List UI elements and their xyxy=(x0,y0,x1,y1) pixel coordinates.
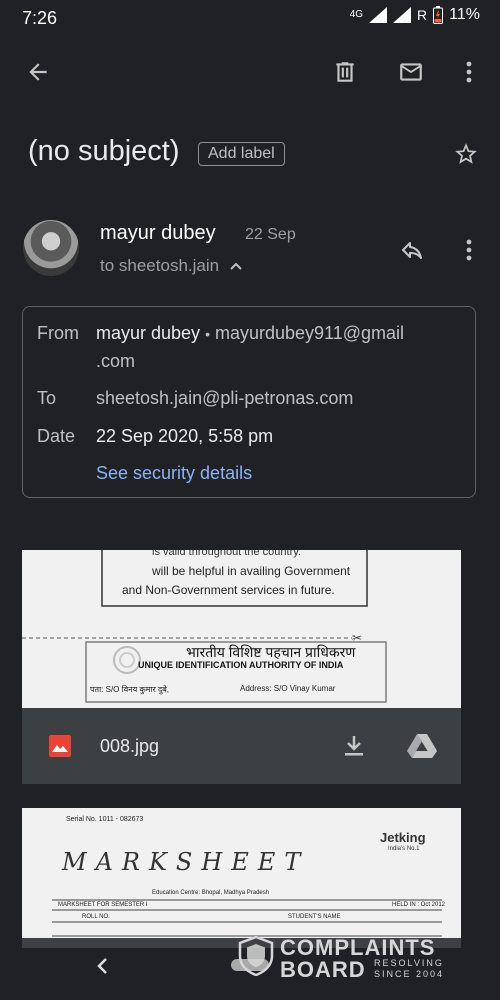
attachment-card[interactable]: ✂ is valid throughout the country. will … xyxy=(22,550,461,784)
from-value: mayur dubey • mayurdubey911@gmail xyxy=(96,323,456,344)
sender-avatar[interactable] xyxy=(23,220,79,276)
recipient-summary[interactable]: to sheetosh.jain xyxy=(100,256,243,276)
mark-unread-button[interactable] xyxy=(394,56,428,88)
attachment-bar: 008.jpg xyxy=(22,708,461,784)
email-subject: (no subject) xyxy=(28,135,180,167)
to-value[interactable]: sheetosh.jain@pli-petronas.com xyxy=(96,388,353,409)
watermark-shield-icon xyxy=(238,936,274,976)
chevron-up-icon xyxy=(230,262,242,270)
download-button[interactable] xyxy=(340,732,368,760)
watermark-line2: BOARD xyxy=(280,957,366,982)
watermark-line3: RESOLVING xyxy=(374,958,444,968)
more-vert-icon xyxy=(466,239,472,261)
thumb-line: is valid throughout the country. xyxy=(152,550,301,558)
recipient-summary-text: to sheetosh.jain xyxy=(100,256,220,275)
status-time: 7:26 xyxy=(22,8,58,28)
thumb-line: UNIQUE IDENTIFICATION AUTHORITY OF INDIA xyxy=(138,660,344,670)
message-details-panel: From mayur dubey • mayurdubey911@gmail .… xyxy=(22,306,476,498)
thumb-line: Address: S/O Vinay Kumar xyxy=(240,684,336,693)
arrow-left-icon xyxy=(29,63,47,81)
trash-icon xyxy=(336,62,354,82)
date-label: Date xyxy=(37,426,76,446)
security-details-link[interactable]: See security details xyxy=(96,463,252,484)
date-value: 22 Sep 2020, 5:58 pm xyxy=(96,426,274,446)
more-options-button[interactable] xyxy=(456,56,482,88)
star-button[interactable] xyxy=(452,140,480,168)
message-more-button[interactable] xyxy=(456,236,482,264)
status-icons: 4G R 11% xyxy=(350,6,480,24)
signal-icon xyxy=(369,7,388,23)
from-email-cont[interactable]: .com xyxy=(96,351,135,372)
save-to-drive-button[interactable] xyxy=(406,732,438,760)
delete-button[interactable] xyxy=(330,56,360,88)
network-type: 4G xyxy=(349,9,364,20)
reply-button[interactable] xyxy=(396,236,428,264)
add-label-button[interactable]: Add label xyxy=(198,142,285,166)
thumb-line: and Non-Government services in future. xyxy=(122,583,335,597)
reply-icon xyxy=(402,242,422,259)
attachment-card[interactable]: Serial No. 1011 - 082673 MARKSHEET Jetki… xyxy=(22,808,461,948)
thumb-line: will be helpful in availing Government xyxy=(152,564,351,578)
battery-icon xyxy=(433,6,444,24)
thumb-line: पता: S/O विनय कुमार दुबे, xyxy=(90,685,169,694)
system-back-button[interactable] xyxy=(88,952,116,980)
roaming-indicator: R xyxy=(417,7,428,23)
star-outline-icon xyxy=(455,143,477,164)
sender-name: mayur dubey xyxy=(100,222,216,244)
watermark-line4: SINCE 2004 xyxy=(374,969,445,979)
battery-level: 11% xyxy=(449,6,480,23)
to-label: To xyxy=(37,388,57,408)
from-label: From xyxy=(37,323,79,343)
from-email[interactable]: mayurdubey911@gmail xyxy=(215,323,404,343)
back-button[interactable] xyxy=(22,56,54,88)
signal-roaming-icon xyxy=(393,7,412,23)
message-date: 22 Sep xyxy=(245,226,296,243)
image-file-icon xyxy=(49,735,71,757)
attachment-thumbnail[interactable]: Serial No. 1011 - 082673 MARKSHEET Jetki… xyxy=(22,808,461,948)
attachment-thumbnail[interactable]: ✂ is valid throughout the country. will … xyxy=(22,550,461,708)
thumbnail-table-lines xyxy=(52,899,442,937)
from-separator: • xyxy=(205,326,210,342)
more-vert-icon xyxy=(466,61,472,83)
from-name: mayur dubey xyxy=(96,323,201,343)
google-drive-icon xyxy=(407,734,437,758)
nav-back-icon xyxy=(97,958,107,974)
attachment-filename: 008.jpg xyxy=(100,736,160,756)
download-icon xyxy=(345,736,363,756)
envelope-icon xyxy=(400,63,422,81)
